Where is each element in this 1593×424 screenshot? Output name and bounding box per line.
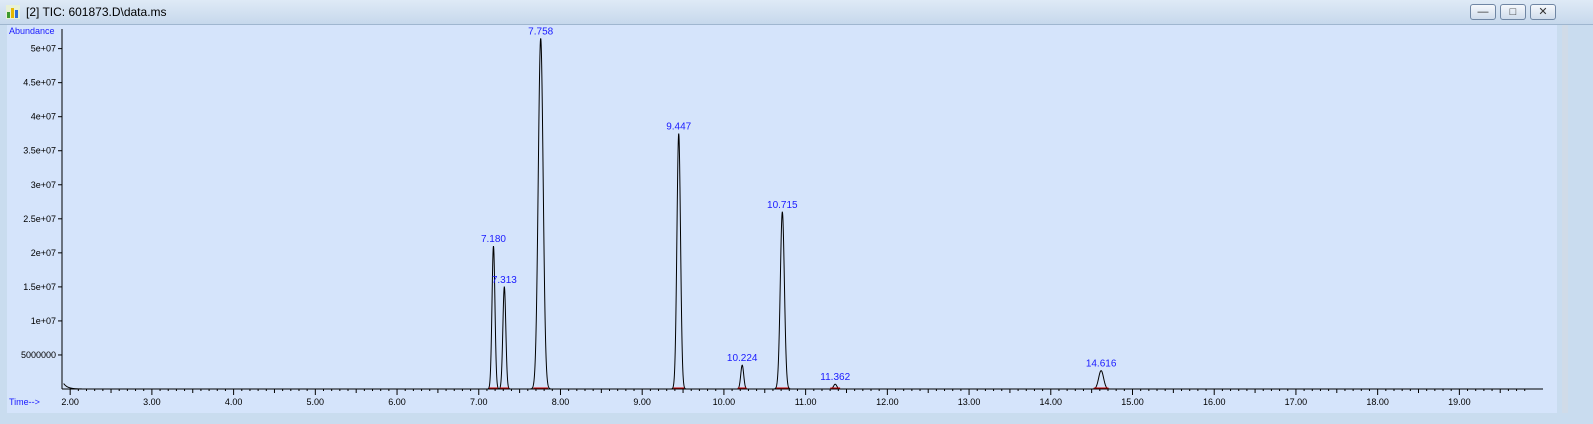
y-tick-label: 1.5e+07	[23, 282, 56, 292]
y-tick-label: 5000000	[21, 350, 56, 360]
status-bar	[0, 413, 1593, 424]
chromatogram-window: [2] TIC: 601873.D\data.ms — □ ✕ Abundanc…	[0, 0, 1593, 424]
y-tick-label: 4e+07	[31, 112, 56, 122]
peak-label[interactable]: 7.758	[528, 26, 553, 37]
x-tick-label: 3.00	[143, 397, 161, 407]
vertical-scrollbar[interactable]	[1562, 25, 1568, 413]
close-icon: ✕	[1538, 6, 1548, 18]
title-bar[interactable]: [2] TIC: 601873.D\data.ms — □ ✕	[0, 0, 1593, 25]
x-tick-label: 17.00	[1285, 397, 1308, 407]
x-tick-label: 11.00	[795, 397, 817, 407]
x-tick-label: 12.00	[876, 397, 899, 407]
y-tick-label: 2e+07	[31, 248, 56, 258]
x-tick-label: 8.00	[552, 397, 570, 407]
window-title: [2] TIC: 601873.D\data.ms	[26, 5, 167, 19]
peak-label[interactable]: 10.715	[767, 200, 798, 211]
x-tick-label: 5.00	[307, 397, 325, 407]
x-tick-label: 13.00	[958, 397, 981, 407]
x-tick-label: 19.00	[1448, 397, 1471, 407]
x-tick-label: 10.00	[713, 397, 736, 407]
y-tick-label: 2.5e+07	[23, 214, 56, 224]
x-tick-label: 16.00	[1203, 397, 1226, 407]
y-tick-label: 3e+07	[31, 180, 56, 190]
y-tick-label: 5e+07	[31, 44, 56, 54]
minimize-icon: —	[1477, 6, 1489, 18]
chromatogram-app-icon	[6, 5, 20, 19]
x-tick-label: 14.00	[1040, 397, 1063, 407]
x-tick-label: 15.00	[1121, 397, 1144, 407]
y-axis-label: Abundance	[9, 26, 55, 36]
peak-label[interactable]: 7.313	[492, 275, 517, 286]
peak-label[interactable]: 9.447	[666, 122, 691, 133]
y-tick-label: 4.5e+07	[23, 78, 56, 88]
x-tick-label: 7.00	[470, 397, 488, 407]
close-button[interactable]: ✕	[1530, 4, 1556, 20]
chromatogram-chart: Abundance Time--> 5000000 1e+07 1.5e+07 2e+07…	[9, 26, 1543, 407]
x-axis-label: Time-->	[9, 397, 40, 407]
maximize-icon: □	[1509, 6, 1517, 18]
x-tick-label: 4.00	[225, 397, 243, 407]
y-tick-label: 3.5e+07	[23, 146, 56, 156]
peak-label[interactable]: 14.616	[1086, 359, 1117, 370]
x-tick-label: 18.00	[1366, 397, 1389, 407]
minimize-button[interactable]: —	[1470, 4, 1496, 20]
peak-label[interactable]: 10.224	[727, 353, 758, 364]
x-tick-label: 9.00	[633, 397, 651, 407]
chart-area[interactable]: Abundance Time--> 5000000 1e+07 1.5e+07 2e+07…	[7, 25, 1557, 413]
tic-trace[interactable]	[63, 38, 1533, 390]
x-tick-label: 6.00	[388, 397, 406, 407]
peak-label[interactable]: 7.180	[481, 234, 506, 245]
x-tick-label: 2.00	[61, 397, 79, 407]
y-tick-label: 1e+07	[31, 316, 56, 326]
peak-label[interactable]: 11.362	[820, 372, 850, 383]
maximize-button[interactable]: □	[1500, 4, 1526, 20]
